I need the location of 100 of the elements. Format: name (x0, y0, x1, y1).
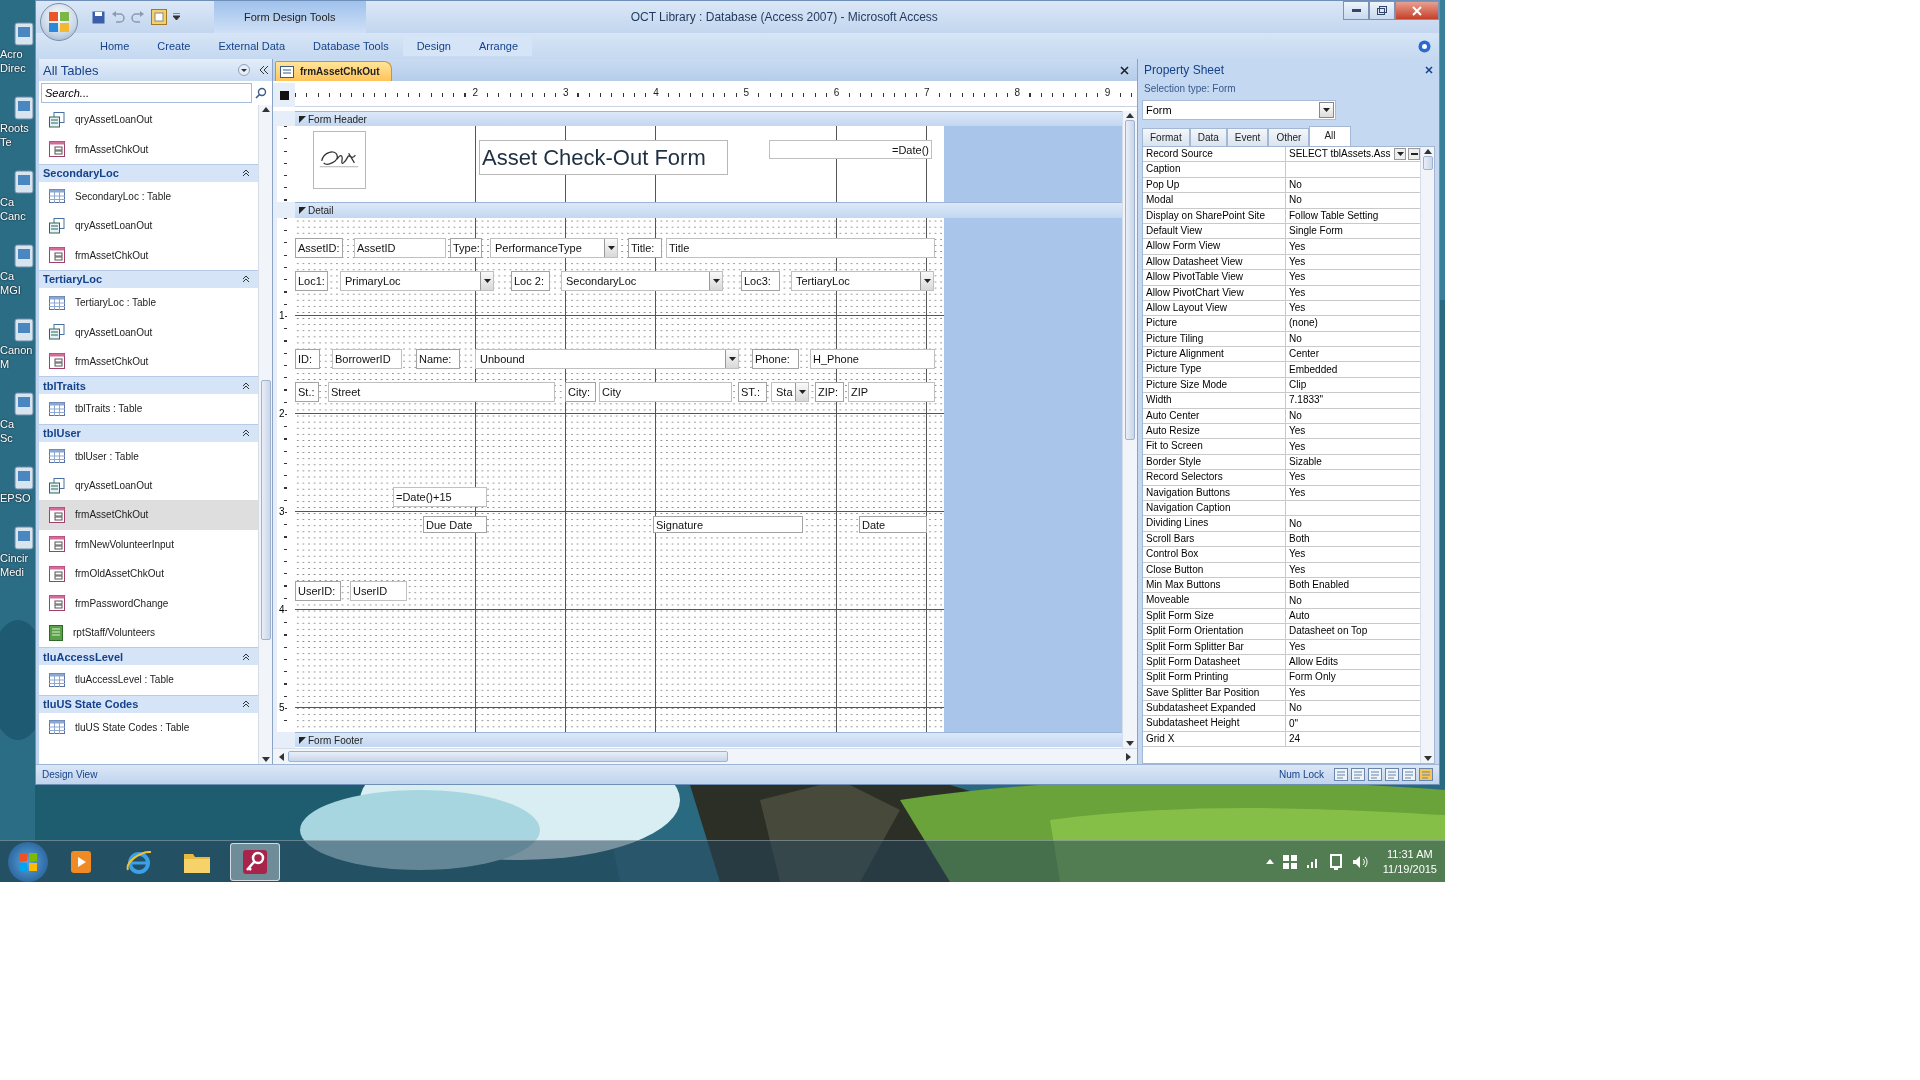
text-box[interactable]: BorrowerID (332, 349, 402, 369)
scroll-down-icon[interactable] (1423, 756, 1432, 761)
text-box[interactable]: ZIP (848, 382, 935, 402)
search-field[interactable]: Search... (41, 83, 252, 103)
scroll-up-icon[interactable] (1126, 113, 1134, 118)
property-value[interactable]: Datasheet on Top (1286, 624, 1420, 639)
property-value[interactable]: Yes (1286, 639, 1420, 654)
property-value[interactable]: Clip (1286, 378, 1420, 393)
property-value[interactable]: Embedded (1286, 362, 1420, 377)
dropdown-arrow-icon[interactable] (712, 279, 720, 283)
property-value[interactable]: Both Enabled (1286, 578, 1420, 593)
property-value[interactable]: Yes (1286, 270, 1420, 285)
property-value[interactable]: Center (1286, 347, 1420, 362)
customize-caret-icon[interactable] (173, 13, 180, 21)
ellipsis-icon[interactable] (1410, 153, 1418, 156)
text-box[interactable]: =Date()+15 (393, 487, 487, 507)
dropdown-arrow-icon[interactable] (1396, 152, 1404, 157)
property-tab[interactable]: All (1309, 126, 1351, 146)
desktop-shortcut-icon[interactable] (14, 22, 34, 46)
group-header[interactable]: tluAccessLevel (39, 647, 258, 666)
scroll-down-icon[interactable] (261, 757, 270, 762)
property-value[interactable]: 7.1833" (1286, 393, 1420, 408)
section-bar[interactable]: Form Footer (295, 732, 1122, 747)
property-value[interactable]: Yes (1286, 470, 1420, 485)
combo-box[interactable]: TertiaryLoc (791, 271, 934, 291)
restore-icon[interactable] (1377, 6, 1387, 15)
section-bar[interactable]: Form Header (295, 111, 1122, 126)
double-chevron-icon[interactable] (259, 66, 269, 74)
property-value[interactable]: No (1286, 701, 1420, 716)
property-tab[interactable]: Data (1189, 128, 1227, 146)
scroll-up-icon[interactable] (1423, 149, 1432, 154)
property-value[interactable]: No (1286, 593, 1420, 608)
scroll-thumb[interactable] (1422, 156, 1433, 170)
desktop-shortcut-icon[interactable] (14, 318, 34, 342)
combo-box[interactable]: Unbound (475, 349, 739, 369)
property-value[interactable]: Auto (1286, 608, 1420, 623)
minimize-icon[interactable] (1351, 9, 1361, 12)
property-tab[interactable]: Event (1226, 128, 1269, 146)
combo-box[interactable]: PerformanceType (490, 238, 618, 258)
ribbon-tab[interactable]: Home (86, 36, 144, 56)
scrollbar[interactable] (258, 105, 272, 764)
desktop-shortcut-icon[interactable] (14, 526, 34, 550)
minimize-button[interactable] (1343, 1, 1369, 20)
desktop-shortcut-icon[interactable] (14, 96, 34, 120)
property-value[interactable]: Yes (1286, 547, 1420, 562)
property-value[interactable]: SELECT tblAssets.Ass (1286, 147, 1394, 162)
scroll-left-icon[interactable] (279, 752, 284, 761)
property-value[interactable]: Single Form (1286, 224, 1420, 239)
property-value[interactable]: Yes (1286, 685, 1420, 700)
property-value[interactable]: Yes (1286, 562, 1420, 577)
property-value[interactable]: Allow Edits (1286, 655, 1420, 670)
text-box[interactable]: UserID (350, 581, 407, 601)
taskbar-button[interactable] (230, 842, 280, 881)
view-mode-icon[interactable] (1351, 768, 1365, 781)
dropdown-arrow-icon[interactable] (607, 246, 615, 250)
select-form-box[interactable] (273, 83, 295, 107)
volume-icon[interactable] (1351, 854, 1368, 869)
scrollbar[interactable] (1420, 147, 1434, 763)
property-value[interactable]: Yes (1286, 424, 1420, 439)
office-logo-icon[interactable] (48, 11, 70, 33)
scroll-thumb[interactable] (288, 751, 728, 762)
property-value[interactable]: Yes (1286, 301, 1420, 316)
property-value[interactable]: 0" (1286, 716, 1420, 731)
document-tab[interactable]: frmAssetChkOut (275, 61, 393, 81)
property-value[interactable]: Yes (1286, 485, 1420, 500)
ribbon-tab[interactable]: Create (143, 36, 205, 56)
property-value[interactable]: Yes (1286, 239, 1420, 254)
show-hidden-icons[interactable] (1265, 859, 1274, 864)
builder-button[interactable] (1408, 148, 1420, 161)
help-icon[interactable] (1418, 39, 1431, 53)
dropdown-button[interactable] (1394, 148, 1406, 161)
scrollbar[interactable] (1122, 111, 1137, 748)
view-mode-icon[interactable] (1385, 768, 1399, 781)
property-tab[interactable]: Other (1268, 128, 1310, 146)
restore-button[interactable] (1369, 1, 1395, 20)
scroll-thumb[interactable] (260, 379, 271, 640)
desktop-shortcut-icon[interactable] (14, 244, 34, 268)
text-box[interactable]: AssetID (354, 238, 446, 258)
property-value[interactable]: No (1286, 331, 1420, 346)
dropdown-arrow-icon[interactable] (923, 279, 931, 283)
dropdown-arrow-icon[interactable] (483, 279, 491, 283)
property-value[interactable]: No (1286, 177, 1420, 192)
close-icon[interactable] (1425, 66, 1433, 74)
combo-box[interactable]: PrimaryLoc (340, 271, 494, 291)
save-icon[interactable] (92, 10, 105, 24)
scroll-thumb[interactable] (1125, 120, 1135, 440)
group-header[interactable]: tblTraits (39, 376, 258, 395)
text-box[interactable]: H_Phone (810, 349, 935, 369)
object-dropdown[interactable]: Form (1142, 100, 1336, 120)
property-value[interactable]: Form Only (1286, 670, 1420, 685)
dropdown-arrow-icon[interactable] (1323, 108, 1330, 112)
scrollbar[interactable] (273, 748, 1137, 764)
combo-box[interactable]: SecondaryLoc (561, 271, 723, 291)
property-value[interactable]: Yes (1286, 439, 1420, 454)
scroll-right-icon[interactable] (1126, 752, 1131, 761)
property-value[interactable]: No (1286, 516, 1420, 531)
property-value[interactable]: 24 (1286, 732, 1420, 747)
close-button[interactable] (1395, 1, 1439, 20)
property-value[interactable]: No (1286, 408, 1420, 423)
combo-box[interactable]: Sta (771, 382, 809, 402)
